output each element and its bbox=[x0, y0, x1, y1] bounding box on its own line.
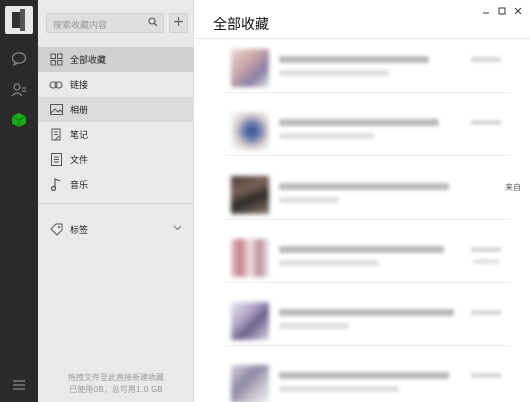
tags-section[interactable]: 标签 bbox=[38, 217, 194, 241]
blurred-title bbox=[279, 183, 449, 190]
blurred-date bbox=[471, 120, 501, 125]
music-icon bbox=[48, 177, 64, 193]
nav-item-link[interactable]: 链接 bbox=[38, 72, 194, 97]
favorite-card[interactable]: 来自 bbox=[225, 168, 521, 220]
image-icon bbox=[48, 102, 64, 118]
blurred-date bbox=[473, 259, 499, 264]
blurred-source bbox=[279, 260, 379, 266]
nav-item-files[interactable]: 文件 bbox=[38, 147, 194, 172]
contacts-icon[interactable] bbox=[9, 80, 29, 100]
nav-item-label: 笔记 bbox=[70, 131, 89, 141]
category-list: 全部收藏 链接 相册 笔记 文件 音乐 bbox=[38, 47, 194, 197]
header-divider bbox=[195, 38, 530, 39]
favorites-nav-panel: 搜索收藏内容 + 全部收藏 链接 相册 笔记 文件 音乐 标签 拖拽文件至此直接… bbox=[38, 0, 194, 402]
blurred-date bbox=[471, 57, 501, 62]
nav-item-notes[interactable]: 笔记 bbox=[38, 122, 194, 147]
favorite-thumbnail bbox=[231, 49, 269, 87]
blurred-source bbox=[279, 197, 339, 203]
left-rail bbox=[0, 0, 38, 402]
add-favorite-button[interactable]: + bbox=[169, 13, 188, 33]
blurred-date bbox=[471, 247, 501, 252]
blurred-date bbox=[471, 310, 501, 315]
grid-icon bbox=[48, 52, 64, 68]
nav-item-label: 链接 bbox=[70, 81, 89, 91]
storage-footer: 拖拽文件至此直接新建收藏 已使用0B，总可用1.0 GB bbox=[38, 372, 194, 396]
divider bbox=[38, 203, 194, 204]
menu-icon[interactable] bbox=[9, 375, 29, 395]
window-controls bbox=[478, 4, 526, 18]
avatar[interactable] bbox=[5, 6, 33, 34]
blurred-title bbox=[279, 56, 429, 63]
file-icon bbox=[48, 152, 64, 168]
blurred-title bbox=[279, 246, 444, 253]
note-icon bbox=[48, 127, 64, 143]
tag-icon bbox=[48, 221, 64, 237]
favorite-thumbnail bbox=[231, 365, 269, 402]
minimize-button[interactable] bbox=[478, 4, 494, 18]
tags-label: 标签 bbox=[70, 225, 89, 236]
favorite-card[interactable] bbox=[225, 357, 511, 402]
blurred-source bbox=[279, 133, 374, 139]
nav-item-music[interactable]: 音乐 bbox=[38, 172, 194, 197]
favorites-content: 全部收藏 来自 bbox=[195, 0, 530, 402]
blurred-source bbox=[279, 386, 399, 392]
favorite-thumbnail bbox=[231, 302, 269, 340]
chevron-down-icon[interactable] bbox=[173, 224, 182, 234]
nav-item-label: 全部收藏 bbox=[70, 56, 107, 66]
blurred-source bbox=[279, 323, 349, 329]
search-placeholder: 搜索收藏内容 bbox=[53, 21, 108, 31]
favorite-card[interactable] bbox=[225, 231, 511, 283]
maximize-button[interactable] bbox=[494, 4, 510, 18]
favorite-thumbnail bbox=[231, 176, 269, 214]
blurred-title bbox=[279, 119, 439, 126]
drop-hint: 拖拽文件至此直接新建收藏 bbox=[68, 373, 164, 382]
close-button[interactable] bbox=[510, 4, 526, 18]
nav-item-all[interactable]: 全部收藏 bbox=[38, 47, 194, 72]
chat-icon[interactable] bbox=[9, 49, 29, 69]
blurred-title bbox=[279, 309, 454, 316]
favorite-card[interactable] bbox=[225, 41, 511, 93]
blurred-title bbox=[279, 372, 449, 379]
blurred-date bbox=[471, 373, 501, 378]
blurred-source bbox=[279, 70, 389, 76]
source-note: 来自 bbox=[505, 183, 521, 192]
favorite-card[interactable] bbox=[225, 104, 511, 156]
link-icon bbox=[48, 77, 64, 93]
search-icon[interactable] bbox=[148, 17, 158, 30]
favorite-thumbnail bbox=[231, 239, 269, 277]
storage-usage: 已使用0B，总可用1.0 GB bbox=[69, 385, 163, 394]
favorites-cube-icon[interactable] bbox=[9, 110, 29, 130]
search-input[interactable]: 搜索收藏内容 bbox=[46, 13, 164, 33]
nav-item-label: 音乐 bbox=[70, 181, 89, 191]
favorite-card[interactable] bbox=[225, 294, 511, 346]
nav-item-label: 相册 bbox=[70, 106, 89, 116]
nav-item-album[interactable]: 相册 bbox=[38, 97, 194, 122]
page-title: 全部收藏 bbox=[213, 17, 269, 33]
nav-item-label: 文件 bbox=[70, 156, 89, 166]
favorite-thumbnail bbox=[231, 112, 269, 150]
